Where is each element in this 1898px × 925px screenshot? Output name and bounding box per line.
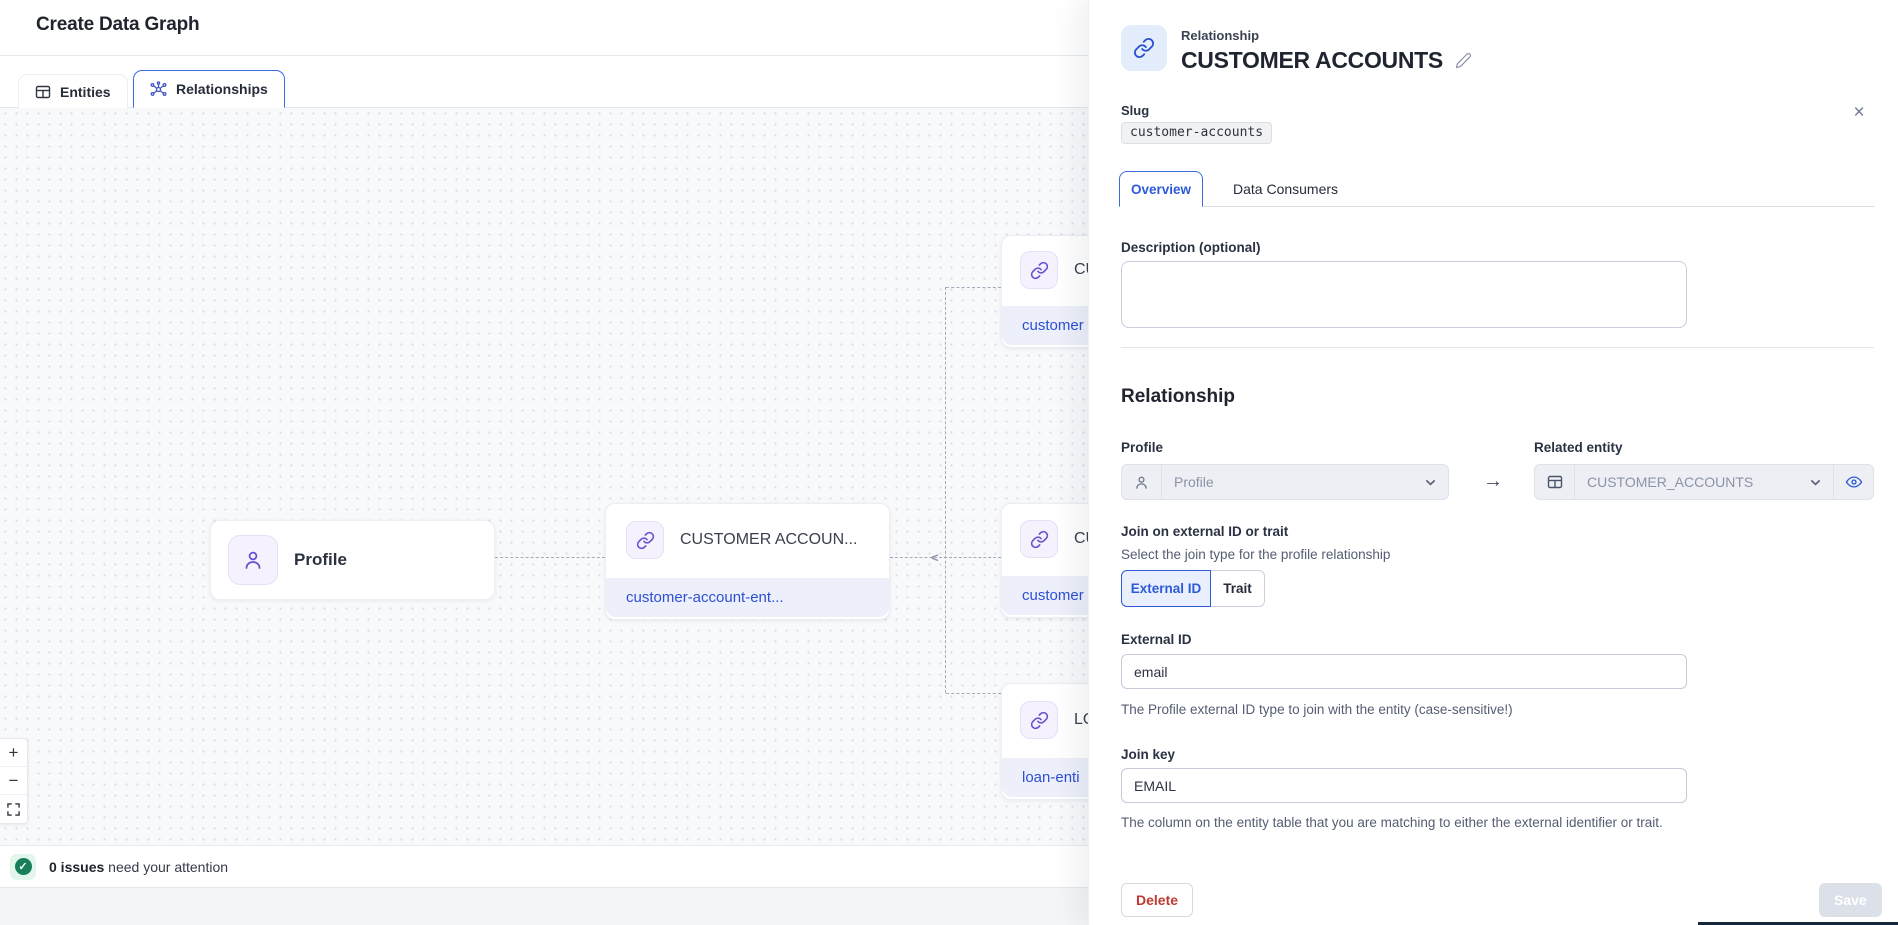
table-icon [35,84,51,100]
relationship-section-title: Relationship [1121,386,1235,408]
close-icon[interactable]: × [1846,100,1872,126]
node-slug-link[interactable]: loan-enti [1002,769,1080,786]
link-icon [626,521,664,559]
node-customer-accounts[interactable]: CUSTOMER ACCOUN... customer-account-ent.… [605,503,890,620]
panel-title: CUSTOMER ACCOUNTS [1181,47,1443,74]
page-title: Create Data Graph [36,14,199,36]
slug-label: Slug [1121,103,1149,118]
fullscreen-button[interactable] [0,795,27,823]
node-profile[interactable]: Profile [210,520,495,600]
graph-network-icon [150,81,167,98]
join-key-label: Join key [1121,747,1175,762]
join-type-help: Select the join type for the profile rel… [1121,545,1390,565]
profile-select[interactable]: Profile [1121,464,1449,500]
check-circle-icon: ✓ [10,854,36,880]
chevron-down-icon [1413,477,1448,488]
profile-select-value: Profile [1162,474,1413,490]
issues-statusbar: ✓ 0 issues need your attention [0,845,1088,888]
arrow-right-icon: → [1483,470,1503,493]
node-title: CUSTOMER ACCOUN... [680,531,858,549]
bottom-strip [0,888,1088,925]
create-data-graph-app: Create Data Graph Entities Relationships [0,0,1898,925]
section-divider [1121,347,1874,348]
tab-data-consumers[interactable]: Data Consumers [1219,171,1352,206]
table-icon [1535,465,1575,499]
link-icon [1020,520,1058,558]
chevron-down-icon [1798,477,1833,488]
external-id-label: External ID [1121,632,1192,647]
join-key-help: The column on the entity table that you … [1121,813,1699,833]
issues-count: 0 issues [49,859,104,875]
node-profile-label: Profile [294,550,347,570]
join-type-label: Join on external ID or trait [1121,524,1288,539]
relationship-link-icon [1121,25,1167,71]
related-entity-label: Related entity [1534,440,1623,455]
node-slug-link[interactable]: customer [1002,587,1084,604]
link-icon [1020,251,1058,289]
tab-relationships[interactable]: Relationships [133,70,285,108]
issues-status-text: 0 issues need your attention [49,859,228,875]
description-label: Description (optional) [1121,240,1261,255]
edit-pencil-icon[interactable] [1455,52,1472,69]
panel-tabs-divider [1121,206,1874,207]
toggle-external-id[interactable]: External ID [1121,570,1211,607]
node-slug-link[interactable]: customer-account-ent... [606,589,784,606]
profile-field-label: Profile [1121,440,1163,455]
external-id-help: The Profile external ID type to join wit… [1121,700,1513,720]
panel-type-label: Relationship [1181,28,1259,43]
save-button[interactable]: Save [1819,883,1882,917]
canvas-zoom-controls: + − [0,738,28,824]
delete-button[interactable]: Delete [1121,883,1193,917]
edge-to-node3 [946,693,1001,694]
preview-eye-icon[interactable] [1833,465,1873,499]
edge-to-node1 [946,287,1001,288]
edge-profile-to-customer [495,557,605,558]
person-icon [1122,465,1162,499]
node-slug-link[interactable]: customer [1002,317,1084,334]
relationship-detail-panel: × Relationship CUSTOMER ACCOUNTS Slug cu… [1088,0,1898,925]
tab-entities[interactable]: Entities [18,74,128,108]
tab-entities-label: Entities [60,84,111,100]
join-key-input[interactable] [1121,768,1687,803]
related-entity-select[interactable]: CUSTOMER_ACCOUNTS [1534,464,1874,500]
link-icon [1020,701,1058,739]
join-type-toggle: External ID Trait [1121,570,1265,607]
tab-overview[interactable]: Overview [1119,171,1203,207]
toggle-trait[interactable]: Trait [1211,570,1265,607]
zoom-out-button[interactable]: − [0,767,27,795]
person-icon [228,535,278,585]
external-id-input[interactable] [1121,654,1687,689]
zoom-in-button[interactable]: + [0,739,27,767]
slug-value: customer-accounts [1121,122,1272,144]
edge-trunk [945,287,946,693]
description-textarea[interactable] [1121,261,1687,328]
edge-arrowhead: < [931,551,939,564]
tab-relationships-label: Relationships [176,81,268,97]
related-entity-value: CUSTOMER_ACCOUNTS [1575,474,1798,490]
